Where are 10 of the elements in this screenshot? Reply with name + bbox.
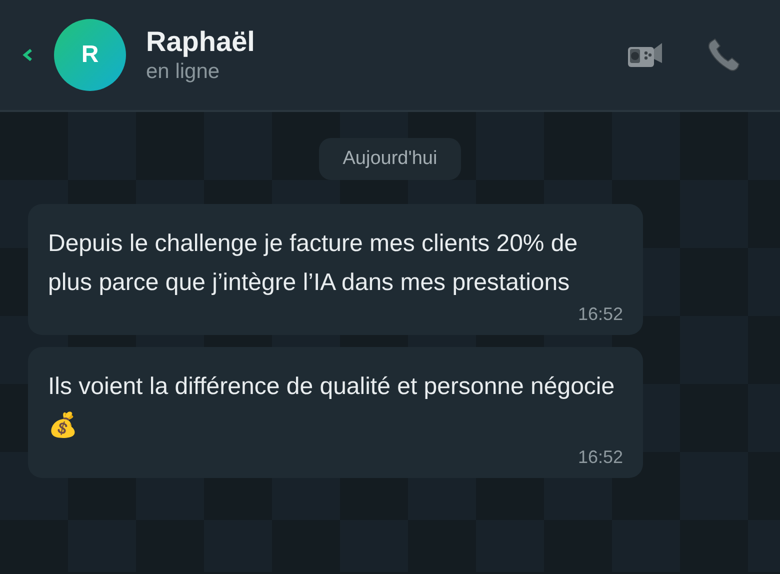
- message-text: Depuis le challenge je facture mes clients 20% de plus parce que j’intègre l’IA dans mes prestations: [48, 229, 579, 298]
- message-time: 16:52: [578, 447, 623, 468]
- contact-status: en ligne: [146, 60, 221, 84]
- message-time: 16:52: [578, 304, 623, 325]
- phone-icon[interactable]: [706, 37, 742, 73]
- contact-name: Raphaël: [146, 26, 256, 58]
- avatar: R: [54, 19, 126, 91]
- date-label: Aujourd'hui: [318, 138, 462, 180]
- back-icon[interactable]: [22, 48, 34, 62]
- message-text: Ils voient la différence de qualité et personne négocie 💰: [48, 372, 616, 441]
